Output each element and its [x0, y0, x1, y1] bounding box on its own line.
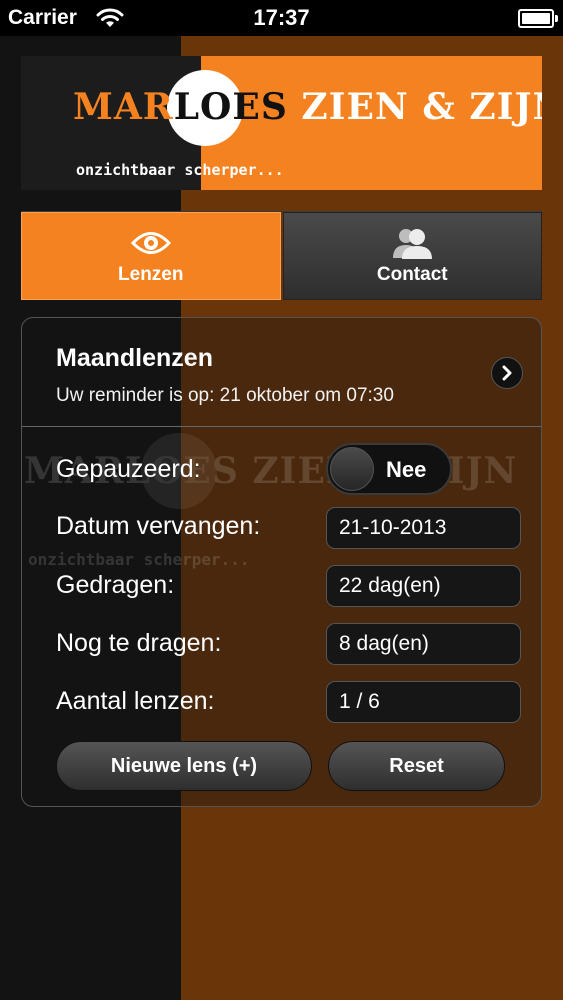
- eye-icon: [130, 226, 171, 260]
- logo-title-mar: MAR: [73, 86, 174, 128]
- tab-contact-label: Contact: [376, 264, 448, 285]
- reset-button[interactable]: Reset: [328, 741, 505, 791]
- lens-count-field[interactable]: 1 / 6: [326, 681, 521, 723]
- lens-card: MARLOES ZIEN & ZIJN onzichtbaar scherper…: [21, 317, 542, 807]
- contacts-icon: [391, 226, 433, 260]
- lens-type-row[interactable]: Maandlenzen Uw reminder is op: 21 oktobe…: [22, 318, 541, 427]
- tab-lenzen[interactable]: Lenzen: [21, 212, 281, 300]
- chevron-right-icon[interactable]: [491, 357, 523, 389]
- logo-title-loes: LOES: [173, 86, 288, 128]
- logo-tagline: onzichtbaar scherper...: [76, 161, 284, 179]
- new-lens-button[interactable]: Nieuwe lens (+): [56, 741, 312, 791]
- paused-toggle-value: Nee: [386, 457, 427, 482]
- reminder-text: Uw reminder is op: 21 oktober om 07:30: [56, 385, 394, 406]
- logo-title-rest: ZIEN & ZIJN: [287, 86, 542, 128]
- remaining-days-field[interactable]: 8 dag(en): [326, 623, 521, 665]
- tab-lenzen-label: Lenzen: [118, 264, 184, 285]
- status-bar: Carrier 17:37: [0, 0, 563, 36]
- lens-type-title: Maandlenzen: [56, 344, 213, 372]
- worn-days-field[interactable]: 22 dag(en): [326, 565, 521, 607]
- tab-contact[interactable]: Contact: [282, 212, 542, 300]
- logo-tagline-part1: onzichtbaar: [76, 161, 176, 179]
- paused-label: Gepauzeerd:: [56, 455, 201, 483]
- paused-toggle[interactable]: Nee: [326, 443, 452, 495]
- battery-icon: [518, 9, 558, 28]
- logo-banner: MARLOES ZIEN & ZIJN onzichtbaar scherper…: [21, 56, 542, 190]
- remaining-label: Nog te dragen:: [56, 629, 222, 657]
- replace-date-label: Datum vervangen:: [56, 512, 261, 540]
- worn-label: Gedragen:: [56, 571, 175, 599]
- replace-date-field[interactable]: 21-10-2013: [326, 507, 521, 549]
- logo-title: MARLOES ZIEN & ZIJN: [73, 86, 542, 128]
- tab-bar: Lenzen Contact: [21, 211, 542, 300]
- logo-tagline-part2: scherper...: [175, 161, 284, 179]
- toggle-knob: [330, 447, 374, 491]
- clock: 17:37: [253, 5, 310, 30]
- lens-count-label: Aantal lenzen:: [56, 687, 215, 715]
